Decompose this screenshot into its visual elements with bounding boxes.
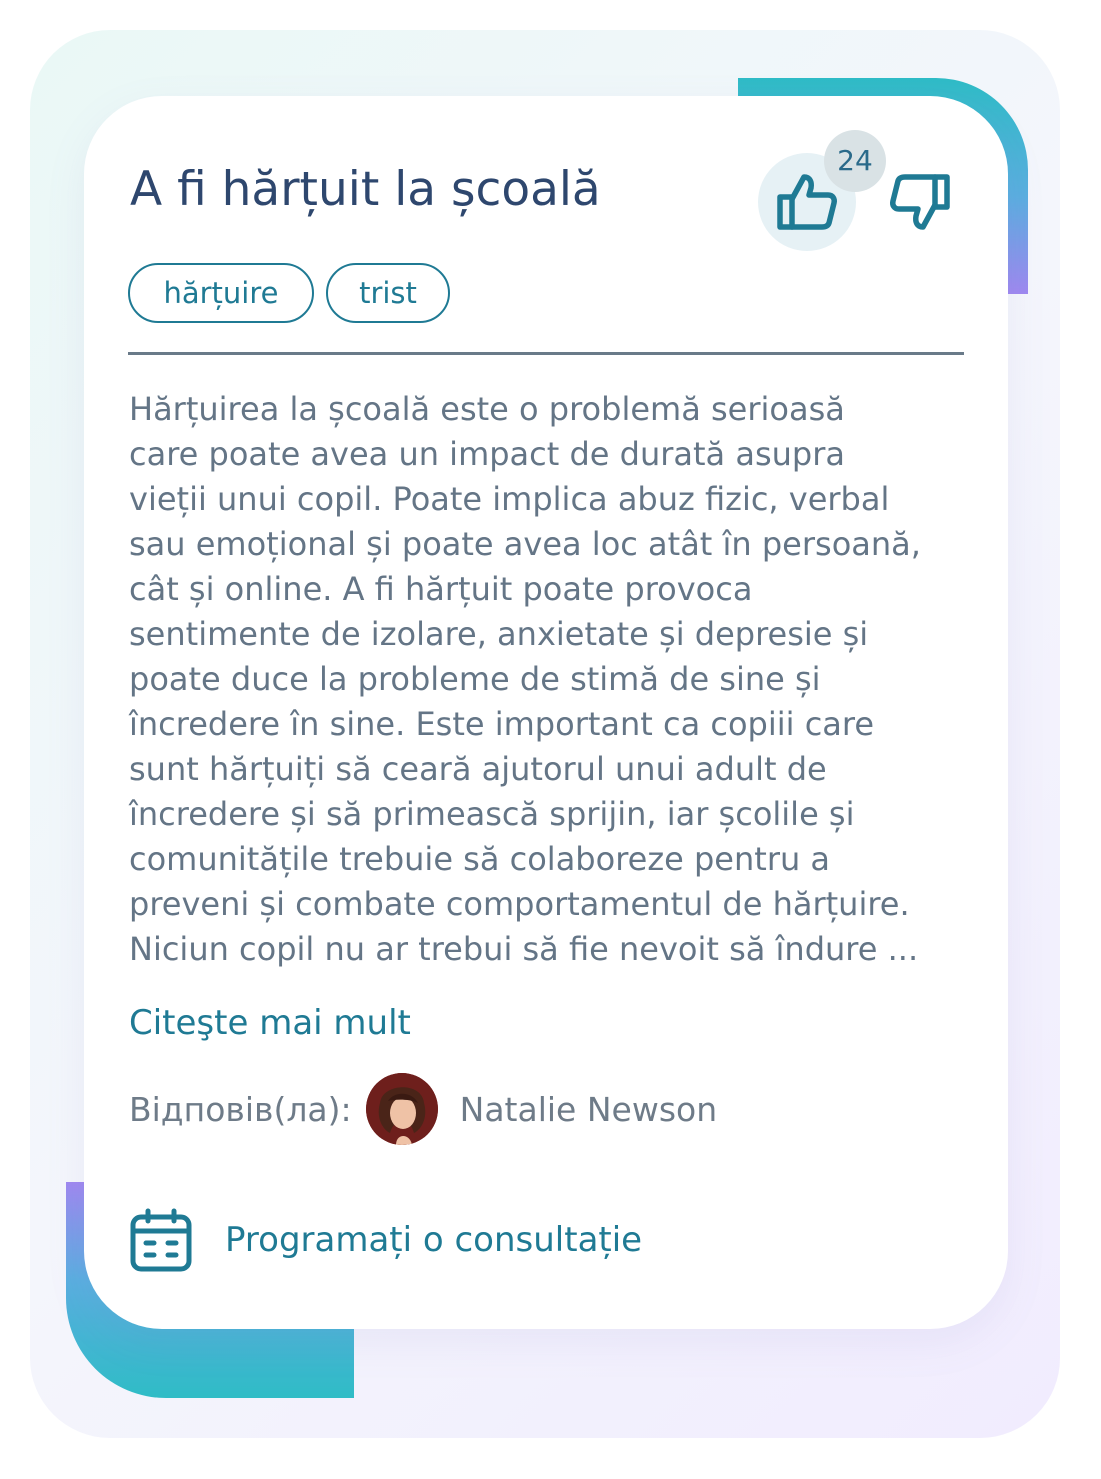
- answered-by-label: Відповів(ла):: [129, 1089, 352, 1129]
- excerpt-line: Hărțuirea la școală este o problemă seri…: [129, 390, 845, 428]
- tag-chip[interactable]: hărțuire: [128, 263, 314, 323]
- divider: [128, 352, 964, 355]
- dislike-button[interactable]: [876, 153, 964, 251]
- excerpt-line: sau emoțional și poate avea loc atât în …: [129, 525, 921, 563]
- excerpt-line: sunt hărțuiți să ceară ajutorul unui adu…: [129, 750, 827, 788]
- excerpt-line: încredere în sine. Este important ca cop…: [129, 705, 875, 743]
- excerpt-line: preveni și combate comportamentul de hăr…: [129, 885, 910, 923]
- excerpt-line: poate duce la probleme de stimă de sine …: [129, 660, 821, 698]
- excerpt-line: care poate avea un impact de durată asup…: [129, 435, 845, 473]
- tag-chip[interactable]: trist: [326, 263, 450, 323]
- thumbs-up-icon: [777, 174, 837, 230]
- schedule-consultation-label: Programați o consultație: [225, 1220, 643, 1260]
- article-excerpt: Hărțuirea la școală este o problemă seri…: [129, 387, 969, 972]
- excerpt-line: cât și online. A fi hărțuit poate provoc…: [129, 570, 753, 608]
- excerpt-line: sentimente de izolare, anxietate și depr…: [129, 615, 869, 653]
- like-count-badge: 24: [824, 130, 886, 192]
- avatar[interactable]: [365, 1073, 438, 1145]
- author-name[interactable]: Natalie Newson: [460, 1090, 717, 1129]
- tag-list: hărțuire trist: [128, 263, 450, 323]
- excerpt-line: comunitățile trebuie să colaboreze pentr…: [129, 840, 831, 878]
- schedule-consultation-button[interactable]: Programați o consultație: [129, 1207, 642, 1273]
- excerpt-line: încredere și să primească sprijin, iar ș…: [129, 795, 855, 833]
- excerpt-line: vieții unui copil. Poate implica abuz fi…: [129, 480, 890, 518]
- read-more-link[interactable]: Citeşte mai mult: [129, 998, 411, 1048]
- card-title: A fi hărțuit la școală: [130, 162, 601, 217]
- article-card: A fi hărțuit la școală 24 hărțuire trist…: [84, 96, 1008, 1329]
- thumbs-down-icon: [890, 174, 950, 230]
- answered-by: Відповів(ла): Natalie Newson: [129, 1073, 717, 1145]
- excerpt-line: Niciun copil nu ar trebui să fie nevoit …: [129, 930, 919, 968]
- calendar-icon: [130, 1208, 192, 1272]
